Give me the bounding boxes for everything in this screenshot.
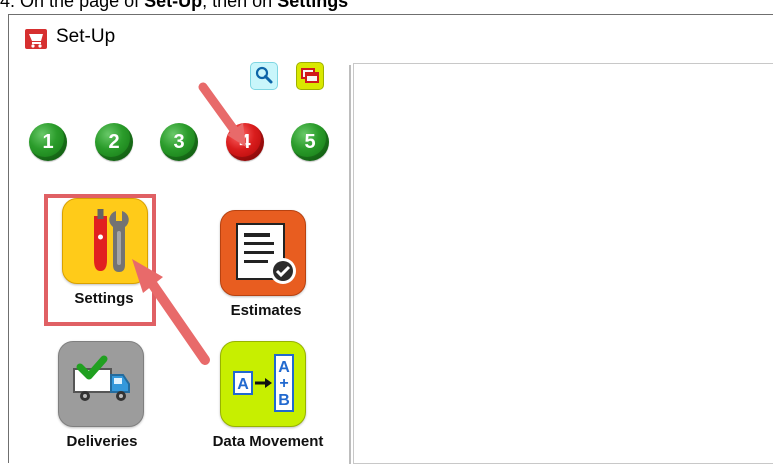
caption-text-page: page [79,0,120,11]
search-button[interactable] [250,62,278,90]
delivery-truck-icon [58,341,144,427]
caption-settings: Settings [277,0,349,11]
svg-text:A: A [237,376,249,393]
cascade-windows-icon [301,68,319,83]
caption-setup: Set-Up [144,0,203,11]
step-1-button[interactable]: 1 [29,123,67,161]
estimate-document-icon [220,210,306,296]
data-movement-label: Data Movement [212,433,324,450]
window-title: Set-Up [56,26,116,47]
instruction-caption: 4. On the page of Set-Up, then on Settin… [0,0,773,13]
svg-text:+: + [279,375,288,392]
content-area [353,63,773,464]
data-movement-tile[interactable]: A A + B Data Movement [180,338,330,460]
cascade-windows-button[interactable] [296,62,324,90]
estimates-tile[interactable]: Estimates [186,204,336,326]
settings-tile[interactable]: Settings [44,192,194,314]
deliveries-tile[interactable]: Deliveries [30,338,180,460]
estimates-label: Estimates [230,302,302,319]
caption-text-before: 4. On the [0,0,80,11]
panel-splitter[interactable] [349,65,351,464]
step-2-button[interactable]: 2 [95,123,133,161]
tools-icon [62,198,148,284]
search-icon [255,66,273,84]
step-4-button[interactable]: 4 [226,123,264,161]
svg-text:B: B [278,392,290,409]
shopping-cart-icon [25,29,47,49]
svg-text:A: A [278,359,290,376]
deliveries-label: Deliveries [66,433,138,450]
data-movement-icon: A A + B [220,341,306,427]
window-titlebar: Set-Up [9,15,773,65]
settings-label: Settings [74,290,134,307]
caption-text-middle: of [119,0,145,11]
step-3-button[interactable]: 3 [160,123,198,161]
step-5-button[interactable]: 5 [291,123,329,161]
caption-text-after: , then on [202,0,278,11]
